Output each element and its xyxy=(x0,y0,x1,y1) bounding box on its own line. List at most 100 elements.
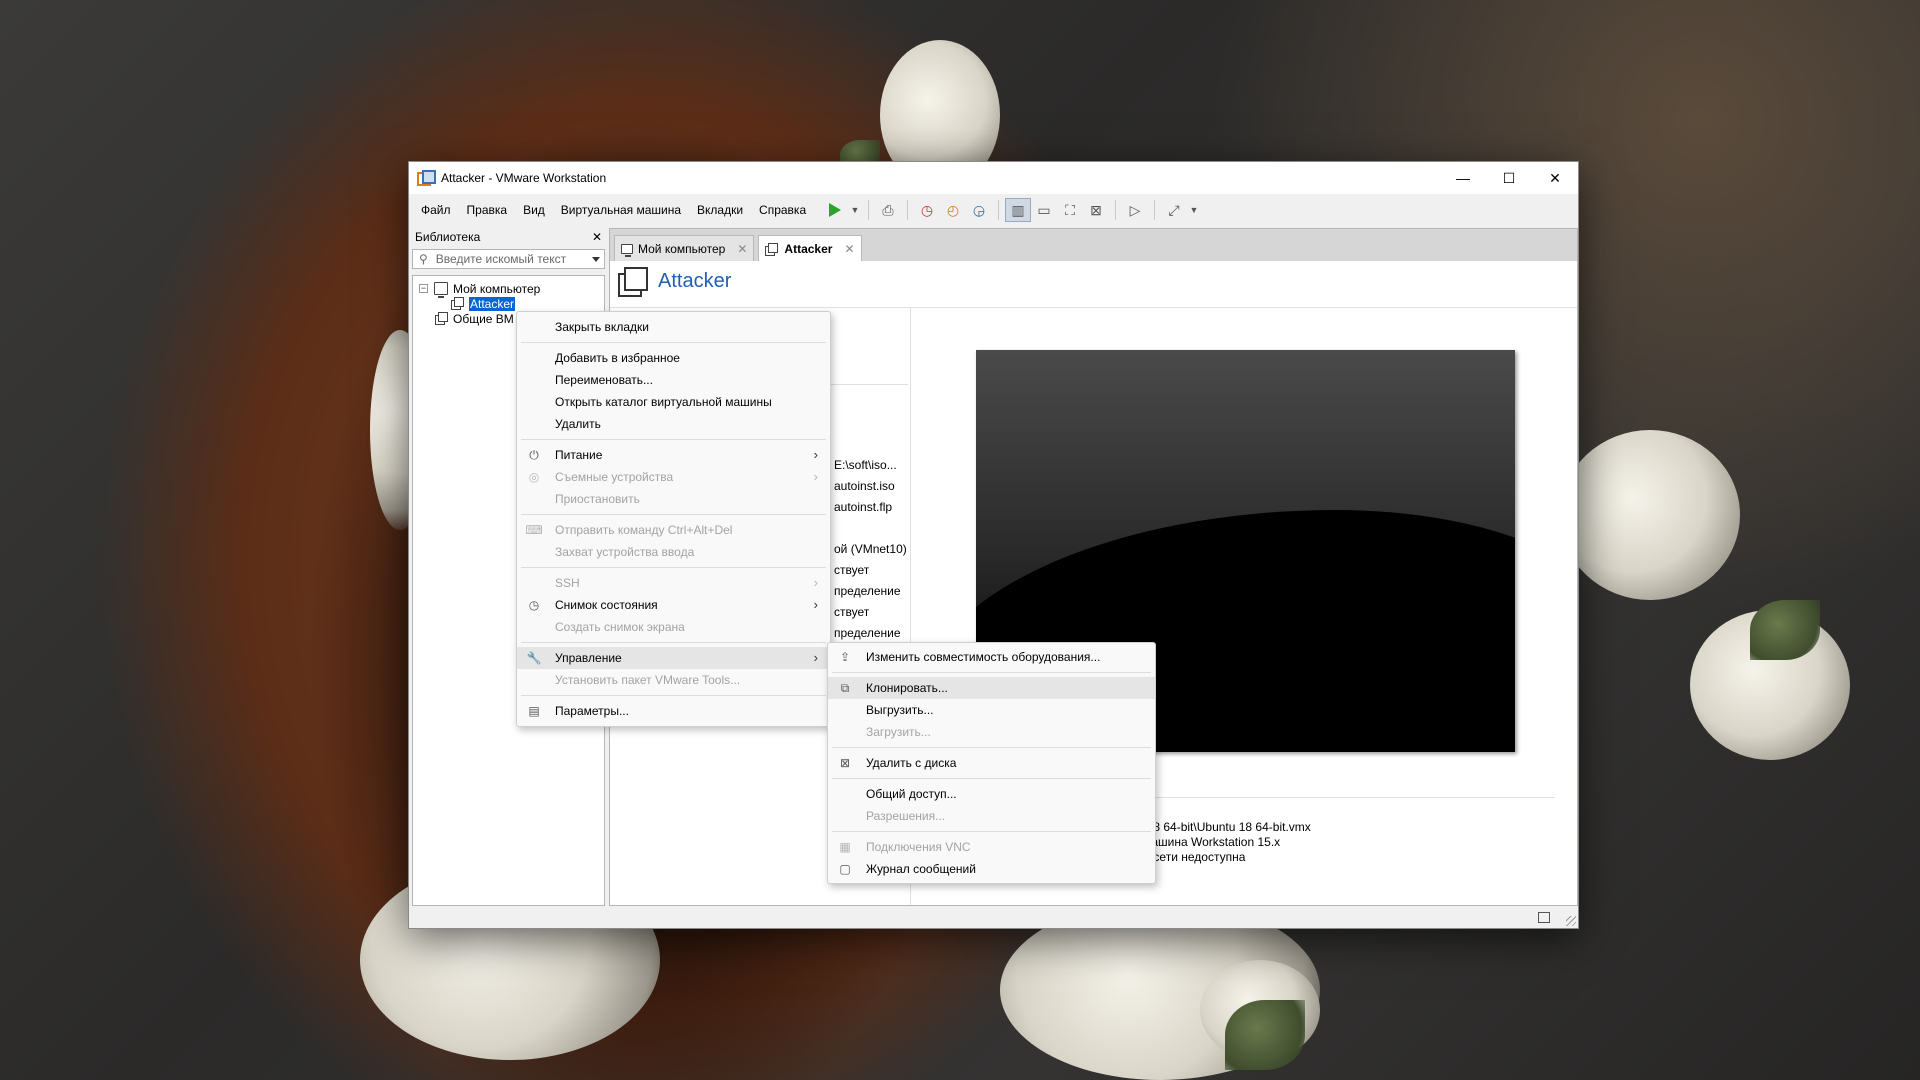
window-controls: — ☐ ✕ xyxy=(1440,162,1578,194)
menu-item-icon: 🔧 xyxy=(526,651,542,665)
menu-edit[interactable]: Правка xyxy=(459,203,516,217)
tab-attacker[interactable]: Attacker ✕ xyxy=(758,235,862,261)
menu-item-label: Подключения VNC xyxy=(866,840,971,854)
menu-item-icon: ⏻ xyxy=(529,447,539,462)
hardware-value: autoinst.iso xyxy=(834,479,895,493)
stretch-dropdown-button[interactable]: ▼ xyxy=(1187,198,1201,222)
background-leaf xyxy=(1225,1000,1305,1070)
menu-item-icon: ⌨ xyxy=(525,523,543,537)
background-flower xyxy=(1560,430,1740,600)
context_menu-item[interactable]: Удалить xyxy=(517,413,830,435)
menu-item-label: Изменить совместимость оборудования... xyxy=(866,650,1101,664)
context_menu-item[interactable]: ◷ Снимок состояния › xyxy=(517,594,830,616)
context_menu-item[interactable]: 🔧 Управление › xyxy=(517,647,830,669)
context_menu-item: Создать снимок экрана xyxy=(517,616,830,638)
fullscreen-icon[interactable]: ⛶ xyxy=(1057,198,1083,222)
context_menu-item[interactable]: Открыть каталог виртуальной машины xyxy=(517,391,830,413)
menu-item-label: Открыть каталог виртуальной машины xyxy=(555,395,772,409)
manage-submenu: ⇪ Изменить совместимость оборудования... ⧉… xyxy=(827,642,1156,884)
hardware-value: ствует xyxy=(834,605,870,619)
message-log-icon[interactable] xyxy=(1538,912,1550,923)
thumbnail-bar-icon[interactable]: ▭ xyxy=(1031,198,1057,222)
menu-item-icon: ⇪ xyxy=(839,650,851,664)
menu-item-label: Установить пакет VMware Tools... xyxy=(555,673,741,687)
console-view-icon[interactable]: ▷ xyxy=(1122,198,1148,222)
collapse-icon[interactable]: − xyxy=(419,284,428,293)
library-close-icon[interactable]: ✕ xyxy=(592,230,602,244)
submenu-item[interactable]: ▢ Журнал сообщений xyxy=(828,858,1155,880)
context_menu-item[interactable]: Переименовать... xyxy=(517,369,830,391)
status-bar xyxy=(409,908,1578,928)
hardware-value: ой (VMnet10) xyxy=(834,542,907,556)
power-on-button[interactable] xyxy=(822,198,848,222)
chevron-right-icon: › xyxy=(813,575,818,590)
context-menu: Закрыть вкладки Добавить в избранное Переи… xyxy=(516,311,831,727)
menu-separator xyxy=(521,567,826,568)
menu-vm[interactable]: Виртуальная машина xyxy=(553,203,689,217)
menu-help[interactable]: Справка xyxy=(751,203,814,217)
power-dropdown-button[interactable]: ▼ xyxy=(848,198,862,222)
tab-my-computer[interactable]: Мой компьютер ✕ xyxy=(614,235,755,261)
submenu-item[interactable]: ⧉ Клонировать... xyxy=(828,677,1155,699)
show-library-icon[interactable]: ▥ xyxy=(1005,198,1031,222)
menu-item-icon: ◷ xyxy=(528,598,540,612)
chevron-right-icon: › xyxy=(813,650,818,665)
library-search-input[interactable]: ⚲ Введите искомый текст xyxy=(412,249,605,269)
menu-bar: Файл Правка Вид Виртуальная машина Вклад… xyxy=(409,194,1578,226)
submenu-item[interactable]: Общий доступ... xyxy=(828,783,1155,805)
toolbar-separator xyxy=(868,200,869,220)
context_menu-item[interactable]: Добавить в избранное xyxy=(517,347,830,369)
submenu-item: Загрузить... xyxy=(828,721,1155,743)
snapshot-manager-icon[interactable]: ◶ xyxy=(966,198,992,222)
menu-item-label: Управление xyxy=(555,651,622,665)
context_menu-item[interactable]: Закрыть вкладки xyxy=(517,316,830,338)
menu-view[interactable]: Вид xyxy=(515,203,553,217)
play-icon xyxy=(829,203,841,217)
close-button[interactable]: ✕ xyxy=(1532,162,1578,194)
context_menu-item: SSH › xyxy=(517,572,830,594)
library-header: Библиотека ✕ xyxy=(412,228,605,246)
menu-item-label: Загрузить... xyxy=(866,725,931,739)
chevron-down-icon[interactable] xyxy=(592,257,600,262)
menu-file[interactable]: Файл xyxy=(413,203,459,217)
snapshot-take-icon[interactable]: ◷ xyxy=(914,198,940,222)
vmware-app-icon xyxy=(417,170,436,186)
vm-header: Attacker xyxy=(618,267,731,297)
tab-close-icon[interactable]: ✕ xyxy=(737,242,747,256)
background-leaf xyxy=(1750,600,1820,660)
submenu-item[interactable]: ⇪ Изменить совместимость оборудования... xyxy=(828,646,1155,668)
context_menu-item[interactable]: ⏻ Питание › xyxy=(517,444,830,466)
menu-item-icon: ◎ xyxy=(528,470,540,484)
toolbar-separator xyxy=(1154,200,1155,220)
context_menu-item[interactable]: ▤ Параметры... xyxy=(517,700,830,722)
tab-close-icon[interactable]: ✕ xyxy=(844,242,854,256)
menu-item-label: Разрешения... xyxy=(866,809,946,823)
menu-separator xyxy=(521,439,826,440)
menu-tabs[interactable]: Вкладки xyxy=(689,203,751,217)
unity-icon[interactable]: ⊠ xyxy=(1083,198,1109,222)
tree-label: Attacker xyxy=(469,296,516,311)
divider xyxy=(610,307,1577,308)
menu-item-label: Питание xyxy=(555,448,603,462)
menu-separator xyxy=(832,672,1151,673)
hardware-value: пределение xyxy=(834,584,901,598)
computer-icon xyxy=(621,243,633,257)
submenu-item[interactable]: ⊠ Удалить с диска xyxy=(828,752,1155,774)
submenu-item: Разрешения... xyxy=(828,805,1155,827)
maximize-button[interactable]: ☐ xyxy=(1486,162,1532,194)
hardware-value: ствует xyxy=(834,563,870,577)
stretch-view-icon[interactable]: ⤢ xyxy=(1161,198,1187,222)
context_menu-item: ◎ Съемные устройства › xyxy=(517,466,830,488)
snapshot-revert-icon[interactable]: ◴ xyxy=(940,198,966,222)
menu-item-label: Отправить команду Ctrl+Alt+Del xyxy=(555,523,733,537)
send-ctrl-alt-del-icon[interactable]: ⎙ xyxy=(875,198,901,222)
menu-item-label: Приостановить xyxy=(555,492,640,506)
menu-item-label: Выгрузить... xyxy=(866,703,934,717)
resize-grip-icon[interactable] xyxy=(1566,916,1576,926)
tree-item-shared-vms[interactable]: Общие ВМ xyxy=(435,310,514,327)
minimize-button[interactable]: — xyxy=(1440,162,1486,194)
menu-separator xyxy=(521,342,826,343)
submenu-item[interactable]: Выгрузить... xyxy=(828,699,1155,721)
context_menu-item: Установить пакет VMware Tools... xyxy=(517,669,830,691)
menu-item-label: Общий доступ... xyxy=(866,787,957,801)
